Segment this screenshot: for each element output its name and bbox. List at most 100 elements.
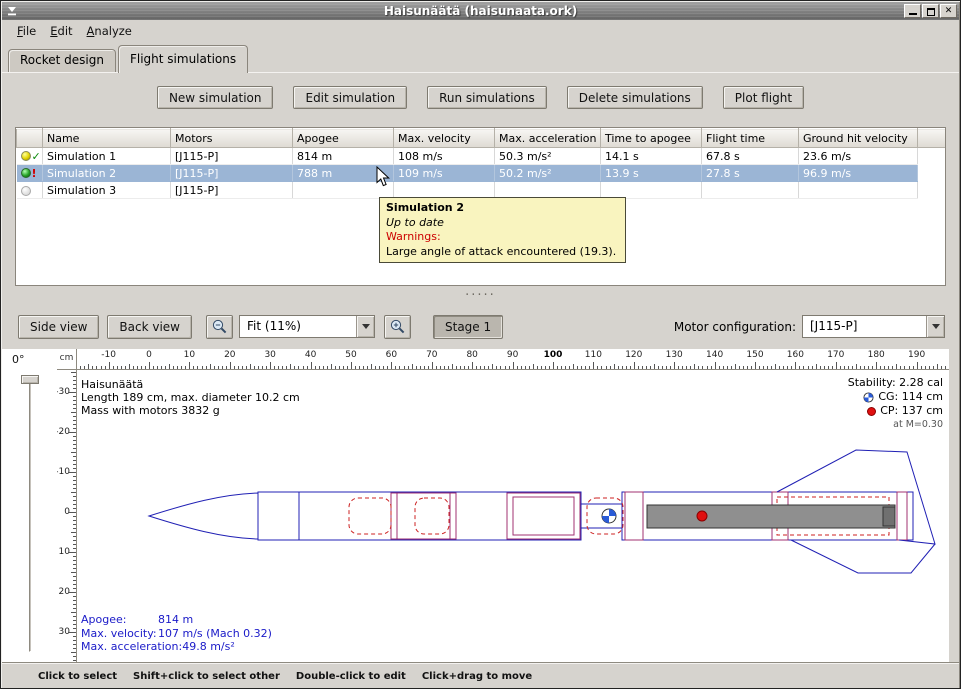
column-header-status[interactable] <box>17 129 43 148</box>
view-toolbar: Side view Back view Fit (11%) Stage 1 Mo… <box>2 304 959 349</box>
titlebar[interactable]: Haisunäätä (haisunaata.ork) ✕ <box>2 2 959 20</box>
motor-configuration-select[interactable]: [J115-P] <box>802 315 945 338</box>
column-header-time-to-apogee[interactable]: Time to apogee <box>601 129 702 148</box>
rotation-slider-track[interactable] <box>29 381 32 652</box>
mouse-cursor-icon <box>376 166 391 188</box>
column-header-max-acceleration[interactable]: Max. acceleration <box>495 129 601 148</box>
run-simulations-button[interactable]: Run simulations <box>427 86 547 109</box>
delete-simulations-button[interactable]: Delete simulations <box>567 86 703 109</box>
rotation-slider-handle[interactable] <box>21 375 39 384</box>
close-button[interactable]: ✕ <box>940 4 957 18</box>
cell-max-velocity[interactable]: 108 m/s <box>394 148 495 165</box>
window-title: Haisunäätä (haisunaata.ork) <box>2 4 959 18</box>
chevron-down-icon <box>932 324 940 329</box>
tooltip-warnings-label: Warnings: <box>386 230 619 245</box>
cell-motors[interactable]: [J115-P] <box>171 182 293 199</box>
cell-time-to-apogee[interactable]: 13.9 s <box>601 165 702 182</box>
cell-max-acceleration[interactable]: 50.3 m/s² <box>495 148 601 165</box>
tab-flight-simulations[interactable]: Flight simulations <box>118 45 248 73</box>
close-icon: ✕ <box>945 5 953 17</box>
cell-time-to-apogee[interactable] <box>601 182 702 199</box>
table-row-simulation-3[interactable]: Simulation 3[J115-P] <box>17 182 946 199</box>
cell-apogee[interactable]: 814 m <box>293 148 394 165</box>
edit-simulation-button[interactable]: Edit simulation <box>293 86 407 109</box>
cell-motors[interactable]: [J115-P] <box>171 148 293 165</box>
cell-name[interactable]: Simulation 1 <box>43 148 171 165</box>
rotation-slider[interactable] <box>20 375 40 652</box>
column-header-motors[interactable]: Motors <box>171 129 293 148</box>
table-row-simulation-1[interactable]: ✓Simulation 1[J115-P]814 m108 m/s50.3 m/… <box>17 148 946 165</box>
zoom-out-button[interactable] <box>206 315 233 339</box>
status-ball-gray-icon <box>21 186 31 196</box>
tooltip-title: Simulation 2 <box>386 201 619 216</box>
cell-flight-time[interactable] <box>702 182 799 199</box>
cell-name[interactable]: Simulation 2 <box>43 165 171 182</box>
cell-max-velocity[interactable]: 109 m/s <box>394 165 495 182</box>
zoom-select[interactable]: Fit (11%) <box>239 315 375 338</box>
flight-data-overlay: Apogee:814 m Max. velocity:107 m/s (Mach… <box>81 613 272 654</box>
splitter-grip-icon[interactable]: ····· <box>465 288 496 303</box>
status-hint: Click to select <box>38 671 117 682</box>
column-header-filler <box>918 129 946 148</box>
menu-file[interactable]: File <box>10 21 43 41</box>
tooltip-warning-text: Large angle of attack encountered (19.3)… <box>386 245 619 260</box>
column-header-name[interactable]: Name <box>43 129 171 148</box>
rocket-view-panel: 0° cm -100102030405060708090100110120130… <box>2 349 959 663</box>
back-view-button[interactable]: Back view <box>107 315 192 339</box>
column-header-flight-time[interactable]: Flight time <box>702 129 799 148</box>
table-row-simulation-2[interactable]: !Simulation 2[J115-P]788 m109 m/s50.2 m/… <box>17 165 946 182</box>
cell-max-acceleration[interactable]: 50.2 m/s² <box>495 165 601 182</box>
cell-ground-hit-velocity[interactable]: 23.6 m/s <box>799 148 918 165</box>
split-pane-divider[interactable]: ····· <box>2 288 959 304</box>
motor-configuration-label: Motor configuration: <box>674 320 796 334</box>
cell-status: ! <box>17 165 43 182</box>
column-header-ground-hit-velocity[interactable]: Ground hit velocity <box>799 129 918 148</box>
app-window: Haisunäätä (haisunaata.ork) ✕ FileEditAn… <box>0 0 961 689</box>
horizontal-ruler: -100102030405060708090100110120130140150… <box>77 349 949 370</box>
cell-ground-hit-velocity[interactable] <box>799 182 918 199</box>
max-acceleration-value: 49.8 m/s² <box>182 640 235 654</box>
zoom-select-arrow[interactable] <box>356 316 374 337</box>
status-check-icon: ✓ <box>32 150 41 163</box>
motor-configuration-value: [J115-P] <box>803 316 926 337</box>
cp-marker <box>697 511 707 521</box>
maximize-button[interactable] <box>922 4 939 18</box>
stability-mach: at M=0.30 <box>848 418 943 432</box>
cell-flight-time[interactable]: 27.8 s <box>702 165 799 182</box>
cell-name[interactable]: Simulation 3 <box>43 182 171 199</box>
cell-max-acceleration[interactable] <box>495 182 601 199</box>
view-right-margin <box>949 349 959 662</box>
status-hint: Shift+click to select other <box>133 671 280 682</box>
cell-max-velocity[interactable] <box>394 182 495 199</box>
cell-flight-time[interactable]: 67.8 s <box>702 148 799 165</box>
column-header-apogee[interactable]: Apogee <box>293 129 394 148</box>
max-velocity-label: Max. velocity: <box>81 627 158 641</box>
stability-caliber: Stability: 2.28 cal <box>848 376 943 390</box>
tabbar: Rocket designFlight simulations <box>2 42 959 72</box>
fin-bottom <box>791 540 935 573</box>
statusbar: Click to select Shift+click to select oth… <box>2 663 959 688</box>
rocket-drawing[interactable]: Haisunäätä Length 189 cm, max. diameter … <box>77 370 949 662</box>
zoom-in-button[interactable] <box>384 315 411 339</box>
apogee-value: 814 m <box>158 613 193 627</box>
menu-analyze[interactable]: Analyze <box>80 21 139 41</box>
plot-flight-button[interactable]: Plot flight <box>723 86 804 109</box>
chevron-down-icon <box>362 324 370 329</box>
cell-motors[interactable]: [J115-P] <box>171 165 293 182</box>
cp-icon <box>867 407 876 416</box>
cg-marker <box>602 509 616 523</box>
status-hint: Click+drag to move <box>422 671 532 682</box>
tab-rocket-design[interactable]: Rocket design <box>8 49 116 72</box>
new-simulation-button[interactable]: New simulation <box>157 86 274 109</box>
status-warn-icon: ! <box>32 167 37 180</box>
motor-configuration-arrow[interactable] <box>926 316 944 337</box>
side-view-button[interactable]: Side view <box>18 315 99 339</box>
cell-time-to-apogee[interactable]: 14.1 s <box>601 148 702 165</box>
rocket-name: Haisunäätä <box>81 378 300 391</box>
minimize-button[interactable] <box>904 4 921 18</box>
stage-1-toggle[interactable]: Stage 1 <box>433 315 503 339</box>
cell-ground-hit-velocity[interactable]: 96.9 m/s <box>799 165 918 182</box>
column-header-max-velocity[interactable]: Max. velocity <box>394 129 495 148</box>
menu-edit[interactable]: Edit <box>43 21 79 41</box>
vertical-ruler: -30-20-100102030 <box>57 370 77 662</box>
